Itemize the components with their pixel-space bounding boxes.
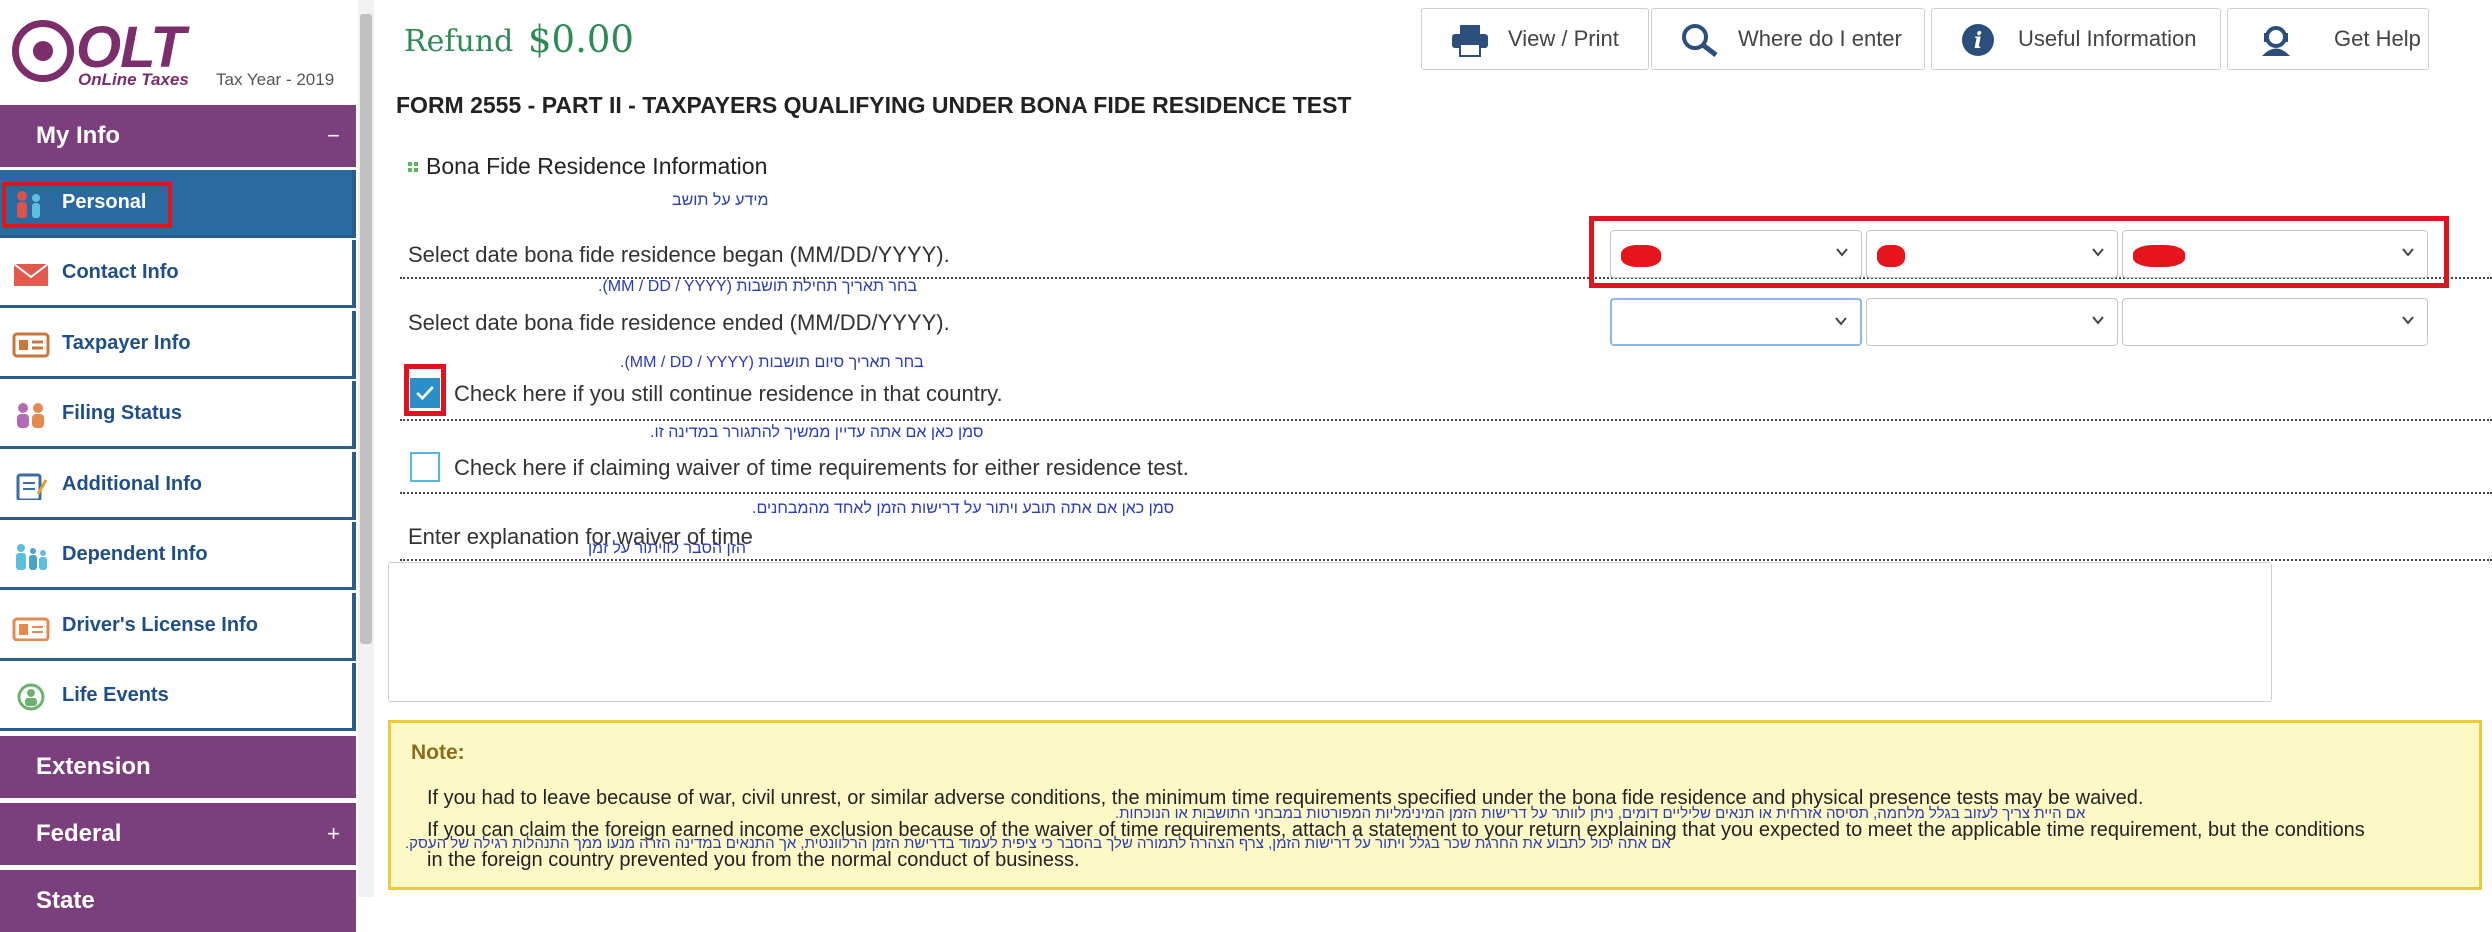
chevron-down-icon xyxy=(2092,316,2104,325)
sidebar-item-drivers-license-info[interactable]: Driver's License Info xyxy=(0,593,356,661)
note-paragraph-2b: in the foreign country prevented you fro… xyxy=(427,849,1080,871)
sidebar-item-life-events[interactable]: Life Events xyxy=(0,663,356,731)
dependents-icon xyxy=(16,544,47,570)
section-extension-label: Extension xyxy=(36,753,151,780)
sidebar-item-label: Dependent Info xyxy=(62,543,208,565)
claim-waiver-checkbox[interactable] xyxy=(410,452,440,482)
continue-residence-checkbox[interactable] xyxy=(410,378,440,408)
refund-value: $0.00 xyxy=(528,18,634,61)
useful-information-label: Useful Information xyxy=(2018,26,2197,51)
tax-year: Tax Year - 2019 xyxy=(216,70,335,89)
explanation-textarea[interactable] xyxy=(388,562,2272,702)
row-divider xyxy=(400,559,2492,561)
sidebar: OLT OnLine Taxes Tax Year - 2019 My Info… xyxy=(0,0,356,932)
residence-began-hebrew: בחר תאריך תחילת תושבות (MM / DD / YYYY). xyxy=(598,278,918,295)
sidebar-item-label: Contact Info xyxy=(62,261,179,283)
continue-residence-hebrew: סמן כאן אם אתה עדיין ממשיך להתגורר במדינ… xyxy=(650,424,984,441)
row-divider xyxy=(400,492,2492,494)
sidebar-item-filing-status[interactable]: Filing Status xyxy=(0,381,356,449)
search-icon xyxy=(1682,24,1718,57)
sidebar-item-contact-info[interactable]: Contact Info xyxy=(0,240,356,308)
chevron-down-icon xyxy=(2402,248,2414,257)
ended-day-select[interactable] xyxy=(1866,298,2118,346)
grip-icon xyxy=(408,162,418,172)
get-help-label: Get Help xyxy=(2334,26,2421,51)
continue-residence-label: Check here if you still continue residen… xyxy=(454,381,1003,406)
sidebar-item-dependent-info[interactable]: Dependent Info xyxy=(0,522,356,590)
refund-label: Refund xyxy=(404,24,514,59)
svg-text:i: i xyxy=(1974,28,1982,54)
began-day-select[interactable] xyxy=(1866,230,2118,278)
section-state[interactable]: State xyxy=(0,870,356,932)
get-help-button[interactable]: Get Help xyxy=(2227,8,2429,70)
section-federal[interactable]: Federal + xyxy=(0,803,356,865)
note-box: Note: If you had to leave because of war… xyxy=(388,720,2482,890)
residence-began-label: Select date bona fide residence began (M… xyxy=(408,242,950,267)
help-agent-icon xyxy=(2262,26,2290,56)
sidebar-item-additional-info[interactable]: Additional Info xyxy=(0,452,356,520)
section-heading: Bona Fide Residence Information xyxy=(426,153,768,179)
redacted-value xyxy=(2133,245,2185,267)
redacted-value xyxy=(1877,245,1905,267)
olt-logo[interactable]: OLT OnLine Taxes Tax Year - 2019 xyxy=(0,0,356,105)
expand-icon[interactable]: + xyxy=(327,821,340,847)
collapse-icon[interactable]: − xyxy=(327,123,340,149)
sidebar-item-taxpayer-info[interactable]: Taxpayer Info xyxy=(0,311,356,379)
sidebar-item-label: Driver's License Info xyxy=(62,614,258,636)
section-heading-hebrew: מידע על תושב xyxy=(672,192,769,209)
explanation-hebrew: הזן הסבר לוויתור על זמן xyxy=(588,540,747,557)
section-my-info[interactable]: My Info − xyxy=(0,105,356,167)
clipboard-icon xyxy=(16,473,48,500)
ended-month-select[interactable] xyxy=(1610,298,1862,346)
olt-logo-icon xyxy=(12,20,74,82)
life-events-icon xyxy=(17,683,45,711)
view-print-label: View / Print xyxy=(1508,26,1619,51)
residence-ended-label: Select date bona fide residence ended (M… xyxy=(408,310,950,335)
scrollbar-thumb[interactable] xyxy=(360,14,372,644)
where-do-i-enter-button[interactable]: Where do I enter xyxy=(1651,8,1925,70)
useful-information-button[interactable]: i Useful Information xyxy=(1931,8,2221,70)
sidebar-item-label: Life Events xyxy=(62,684,169,706)
chevron-down-icon xyxy=(2092,248,2104,257)
section-extension[interactable]: Extension xyxy=(0,736,356,798)
residence-ended-hebrew: בחר תאריך סיום תושבות (MM / DD / YYYY). xyxy=(620,354,924,371)
section-federal-label: Federal xyxy=(36,820,122,847)
ended-year-select[interactable] xyxy=(2122,298,2428,346)
sidebar-item-label: Additional Info xyxy=(62,473,202,495)
sidebar-item-label: Filing Status xyxy=(62,402,182,424)
highlight-box-personal xyxy=(2,182,172,228)
id-card-icon xyxy=(12,332,50,358)
claim-waiver-label: Check here if claiming waiver of time re… xyxy=(454,455,1189,480)
began-month-select[interactable] xyxy=(1610,230,1862,278)
license-icon xyxy=(12,617,50,641)
row-divider xyxy=(400,419,2492,421)
brand-tagline: OnLine Taxes xyxy=(78,70,189,89)
where-do-i-enter-label: Where do I enter xyxy=(1738,26,1902,51)
view-print-button[interactable]: View / Print xyxy=(1421,8,1649,70)
form-title: FORM 2555 - PART II - TAXPAYERS QUALIFYI… xyxy=(396,92,1352,118)
began-year-select[interactable] xyxy=(2122,230,2428,278)
sidebar-scrollbar[interactable] xyxy=(358,0,374,897)
note-title: Note: xyxy=(411,741,465,764)
printer-icon xyxy=(1452,25,1488,57)
checkmark-icon xyxy=(416,386,434,401)
claim-waiver-hebrew: סמן כאן אם אתה תובע ויתור על דרישות הזמן… xyxy=(752,500,1175,517)
chevron-down-icon xyxy=(1836,248,1848,257)
couple-icon xyxy=(17,403,44,428)
section-my-info-label: My Info xyxy=(36,122,120,149)
section-state-label: State xyxy=(36,887,95,914)
chevron-down-icon xyxy=(1835,317,1847,326)
chevron-down-icon xyxy=(2402,316,2414,325)
info-icon: i xyxy=(1962,24,1994,56)
envelope-icon xyxy=(13,263,49,286)
sidebar-item-label: Taxpayer Info xyxy=(62,332,191,354)
redacted-value xyxy=(1621,245,1661,267)
